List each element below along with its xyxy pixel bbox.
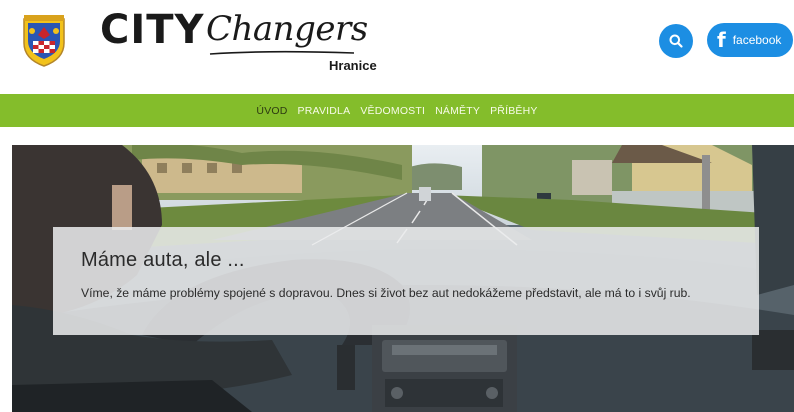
facebook-button[interactable]: f facebook: [707, 23, 793, 57]
hero-card: Máme auta, ale ... Víme, že máme problém…: [53, 227, 759, 335]
logo-underline-swash: [209, 50, 355, 55]
site-header: CITY Changers Hranice f facebook: [0, 0, 794, 94]
logo-changers-text: Changers: [206, 9, 368, 49]
facebook-icon: f: [717, 28, 726, 52]
nav-item-pravidla[interactable]: PRAVIDLA: [293, 105, 356, 117]
facebook-label: facebook: [732, 33, 782, 47]
nav-item-uvod[interactable]: ÚVOD: [251, 105, 292, 117]
nav-item-vedomosti[interactable]: VĚDOMOSTI: [355, 105, 430, 117]
main-nav: ÚVOD PRAVIDLA VĚDOMOSTI NÁMĚTY PŘÍBĚHY: [0, 94, 794, 127]
nav-item-namety[interactable]: NÁMĚTY: [430, 105, 485, 117]
logo-subtitle: Hranice: [329, 58, 377, 73]
hero-text: Víme, že máme problémy spojené s dopravo…: [81, 286, 691, 300]
logo-city-text: CITY: [100, 7, 205, 53]
hero-title: Máme auta, ale ...: [81, 249, 245, 271]
search-button[interactable]: [659, 24, 693, 58]
city-crest-logo[interactable]: [22, 13, 66, 67]
citychangers-logo[interactable]: CITY Changers Hranice: [100, 8, 400, 78]
search-icon: [669, 34, 683, 48]
nav-item-pribehy[interactable]: PŘÍBĚHY: [485, 105, 543, 117]
